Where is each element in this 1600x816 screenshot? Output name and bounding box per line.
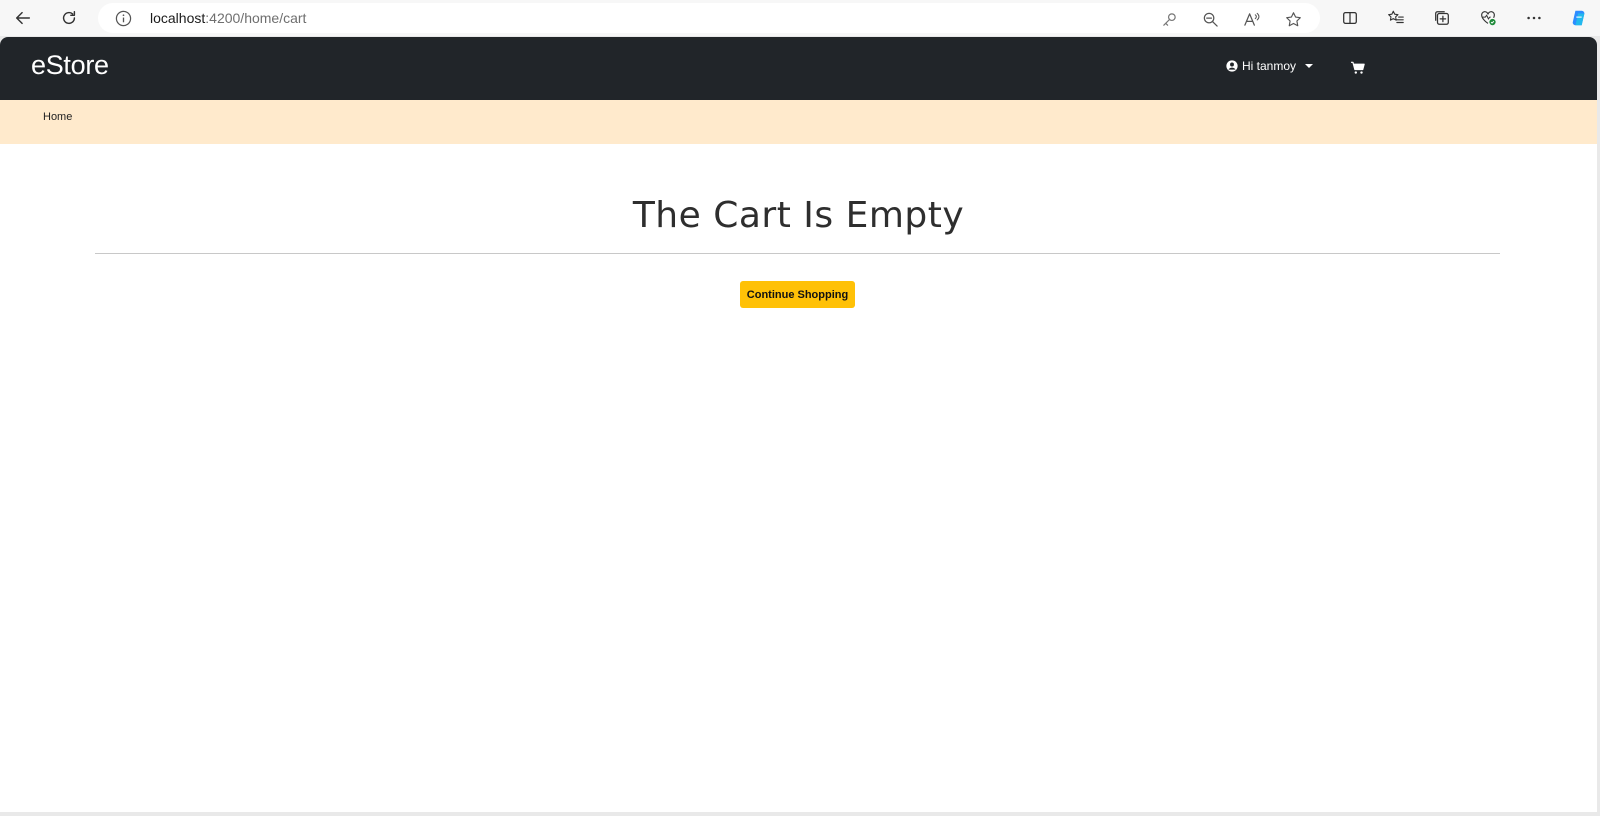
favorites-list-icon xyxy=(1388,10,1404,24)
brand-logo[interactable]: eStore xyxy=(31,50,109,81)
refresh-icon xyxy=(62,10,76,25)
url-text[interactable]: localhost:4200/home/cart xyxy=(150,10,306,26)
copilot-icon xyxy=(1572,10,1585,26)
shopping-cart-icon xyxy=(1351,61,1365,74)
collections-icon xyxy=(1435,11,1449,25)
navbar: eStore Hi tanmoy xyxy=(0,37,1597,100)
user-menu-dropdown[interactable]: Hi tanmoy xyxy=(1226,59,1314,73)
page-title: The Cart Is Empty xyxy=(632,195,965,236)
copilot-button[interactable] xyxy=(1565,4,1593,32)
key-icon[interactable] xyxy=(1158,8,1180,30)
more-icon xyxy=(1527,16,1541,20)
web-page: eStore Hi tanmoy Home The Cart Is Empty … xyxy=(0,37,1597,812)
cart-button[interactable] xyxy=(1351,61,1365,75)
user-greeting: Hi tanmoy xyxy=(1242,59,1297,73)
collections-button[interactable] xyxy=(1428,4,1456,32)
back-button[interactable] xyxy=(9,4,37,32)
back-arrow-icon xyxy=(15,11,31,25)
browser-health-button[interactable] xyxy=(1474,4,1502,32)
split-screen-button[interactable] xyxy=(1336,4,1364,32)
address-bar[interactable]: localhost:4200/home/cart xyxy=(98,3,1320,33)
browser-health-icon xyxy=(1481,11,1496,26)
chevron-down-icon xyxy=(1305,64,1314,68)
info-icon[interactable] xyxy=(114,9,132,27)
url-path: :4200/home/cart xyxy=(205,10,307,26)
browser-toolbar: localhost:4200/home/cart xyxy=(0,0,1600,36)
refresh-button[interactable] xyxy=(55,4,83,32)
read-aloud-icon[interactable] xyxy=(1240,8,1262,30)
breadcrumb: Home xyxy=(0,100,1597,144)
divider xyxy=(95,253,1500,254)
continue-shopping-button[interactable]: Continue Shopping xyxy=(740,281,855,308)
star-icon[interactable] xyxy=(1282,8,1304,30)
user-circle-icon xyxy=(1226,60,1238,72)
url-host: localhost xyxy=(150,10,206,26)
favorites-button[interactable] xyxy=(1382,4,1410,32)
zoom-out-icon[interactable] xyxy=(1199,8,1221,30)
breadcrumb-home-link[interactable]: Home xyxy=(43,111,72,123)
more-button[interactable] xyxy=(1520,4,1548,32)
split-screen-icon xyxy=(1343,11,1357,25)
